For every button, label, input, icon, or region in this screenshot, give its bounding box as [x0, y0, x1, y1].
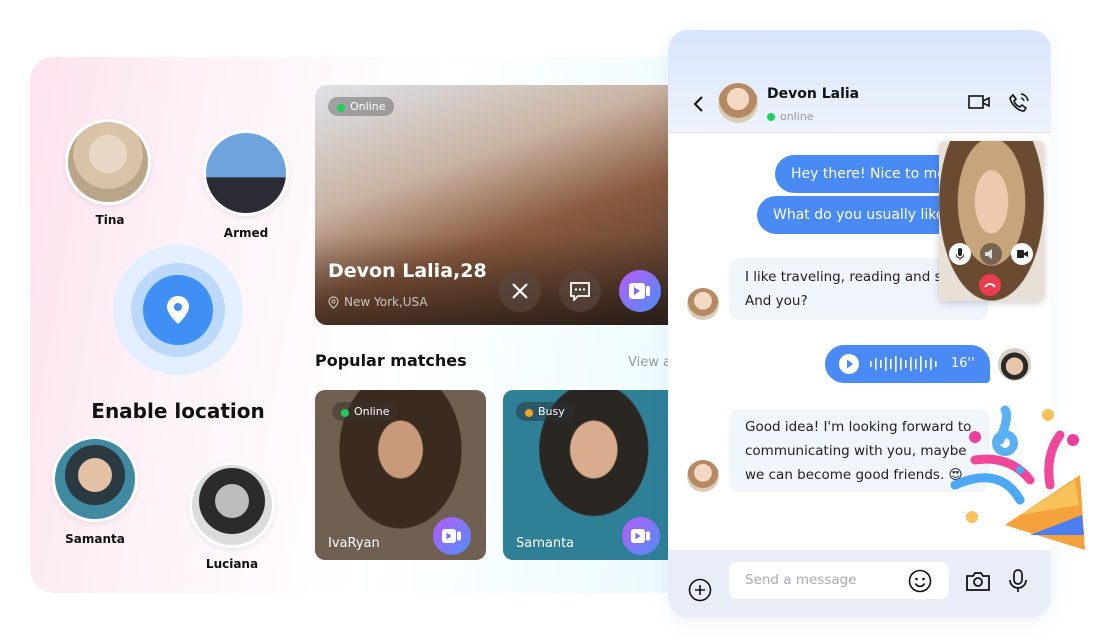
end-call-button[interactable]	[979, 274, 1001, 296]
video-camera-icon	[1016, 250, 1028, 258]
microphone-icon[interactable]	[1009, 569, 1027, 593]
location-icon	[328, 295, 339, 309]
location-button[interactable]	[143, 275, 213, 345]
waveform-bar	[915, 359, 917, 369]
composer-bar: Send a message	[668, 550, 1051, 618]
contact-name: Devon Lalia	[767, 86, 860, 102]
speaker-button[interactable]	[980, 243, 1002, 265]
message-line: communicating with you, maybe	[745, 443, 967, 459]
message-line: I like traveling, reading and sports.	[745, 269, 981, 285]
add-icon[interactable]	[688, 578, 712, 602]
status-badge: Busy	[516, 402, 574, 421]
online-text: online	[780, 110, 814, 123]
message-line: Good idea! I'm looking forward to	[745, 419, 972, 435]
status-badge: Online	[328, 97, 395, 116]
phone-call-icon[interactable]	[1009, 93, 1029, 113]
match-card[interactable]: Online IvaRyan	[315, 390, 486, 560]
name-luciana: Luciana	[205, 557, 259, 571]
message-line: And you?	[745, 293, 808, 309]
voice-message[interactable]: 16''	[825, 345, 990, 383]
camera-icon[interactable]	[966, 571, 990, 591]
waveform-bar	[880, 360, 882, 368]
popular-matches-title: Popular matches	[315, 351, 467, 370]
video-call-button[interactable]	[619, 270, 661, 312]
video-call-button[interactable]	[433, 517, 471, 555]
waveform-bar	[920, 356, 922, 372]
avatar-armed[interactable]	[203, 130, 289, 216]
view-all-link[interactable]: View a	[628, 355, 668, 370]
enable-location-label: Enable location	[91, 399, 265, 423]
waveform-bar	[885, 357, 887, 371]
avatar-tina[interactable]	[65, 119, 151, 205]
waveform-bar	[910, 357, 912, 371]
speaker-icon	[985, 249, 992, 259]
message-line: we can become good friends. 😍	[745, 467, 963, 483]
status-text: Online	[354, 405, 390, 418]
waveform-bar	[890, 359, 892, 369]
profile-card[interactable]: Online Devon Lalia,28 New York,USA	[315, 85, 668, 325]
waveform-bar	[935, 361, 937, 367]
voice-duration: 16''	[951, 356, 975, 371]
status-badge: Online	[332, 402, 399, 421]
video-camera-icon[interactable]	[968, 94, 990, 110]
chat-button[interactable]	[559, 270, 601, 312]
party-popper-icon	[950, 405, 1085, 550]
status-text: Online	[350, 100, 386, 113]
play-icon[interactable]	[839, 354, 859, 374]
waveform-bar	[895, 356, 897, 372]
video-call-icon	[631, 529, 650, 543]
waveform-bar	[905, 360, 907, 368]
status-text: Busy	[538, 405, 565, 418]
video-call-button[interactable]	[622, 517, 660, 555]
video-call-icon	[629, 283, 650, 299]
name-armed: Armed	[223, 226, 269, 240]
map-pin-icon	[167, 296, 189, 324]
dismiss-button[interactable]	[499, 270, 541, 312]
chat-header: Devon Lalia online	[668, 30, 1051, 133]
back-icon[interactable]	[692, 95, 704, 113]
name-tina: Tina	[95, 213, 125, 227]
mute-button[interactable]	[949, 243, 971, 265]
message-placeholder: Send a message	[745, 572, 857, 588]
waveform-bar	[870, 361, 872, 367]
match-card[interactable]: Busy Samanta	[503, 390, 668, 560]
waveform-bar	[925, 360, 927, 368]
hang-up-icon	[984, 283, 996, 288]
waveform-bar	[900, 358, 902, 370]
close-icon	[512, 283, 528, 299]
contact-avatar	[687, 460, 719, 492]
contact-avatar[interactable]	[718, 83, 758, 123]
name-samanta: Samanta	[65, 532, 125, 546]
profile-location: New York,USA	[328, 295, 428, 309]
match-name: Samanta	[516, 536, 575, 551]
microphone-icon	[956, 248, 964, 260]
chat-icon	[570, 282, 590, 301]
emoji-icon[interactable]	[908, 569, 932, 593]
video-call-window[interactable]	[939, 141, 1044, 301]
waveform-icon	[870, 356, 937, 372]
video-call-icon	[442, 529, 461, 543]
contact-avatar	[687, 288, 719, 320]
profile-name: Devon Lalia,28	[328, 260, 487, 282]
waveform-bar	[875, 358, 877, 370]
my-avatar	[998, 348, 1031, 381]
avatar-luciana[interactable]	[189, 462, 275, 548]
avatar-samanta[interactable]	[52, 436, 138, 522]
location-text: New York,USA	[344, 295, 428, 309]
camera-toggle-button[interactable]	[1011, 243, 1033, 265]
message-input[interactable]: Send a message	[729, 562, 949, 599]
match-name: IvaRyan	[328, 536, 380, 551]
contact-status: online	[767, 110, 814, 123]
waveform-bar	[930, 358, 932, 370]
